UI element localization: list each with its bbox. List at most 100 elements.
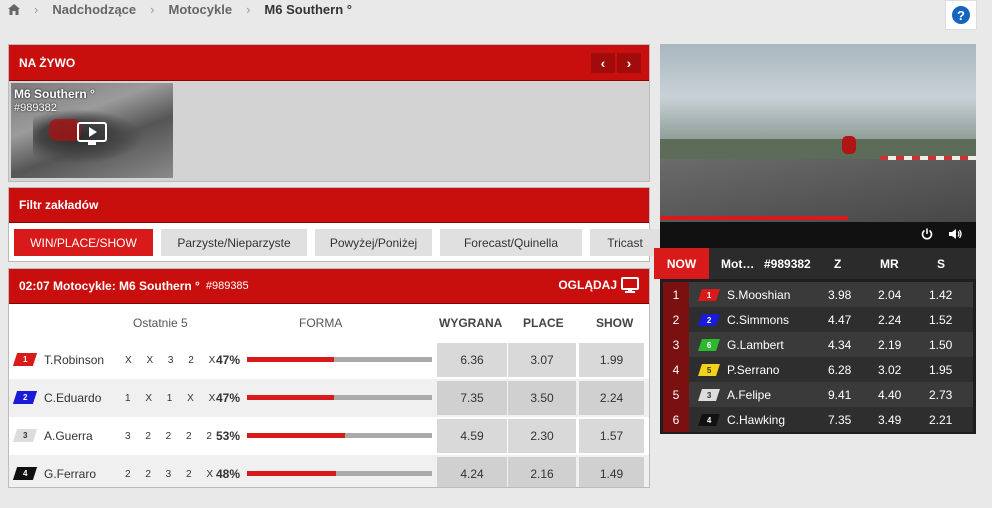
board-position: 4 <box>663 357 689 382</box>
runner-row: 2 C.Eduardo 1 X 1 X X 47% 7.35 3.50 2.24 <box>9 379 649 417</box>
tab-forecast-quinella[interactable]: Forecast/Quinella <box>440 229 582 256</box>
board-row: 4 5 P.Serrano 6.28 3.02 1.95 <box>663 357 973 382</box>
runner-form-bar <box>247 357 432 362</box>
odds-win-button[interactable]: 4.24 <box>437 457 507 487</box>
tab-win-place-show[interactable]: WIN/PLACE/SHOW <box>14 229 153 256</box>
board-mr-value: 2.04 <box>878 288 902 302</box>
results-board: 1 1 S.Mooshian 3.98 2.04 1.42 2 2 C.Simmons 4.47 2… <box>660 279 976 434</box>
bet-filter-panel: Filtr zakładów WIN/PLACE/SHOW Parzyste/N… <box>8 187 660 262</box>
board-row: 6 4 C.Hawking 7.35 3.49 2.21 <box>663 407 973 432</box>
watch-button[interactable]: OGLĄDAJ <box>558 277 639 293</box>
odds-place-button[interactable]: 2.16 <box>508 457 576 487</box>
odds-place-button[interactable]: 2.30 <box>508 419 576 453</box>
race-title: 02:07 Motocykle: M6 Southern ° <box>19 279 200 293</box>
column-last5: Ostatnie 5 <box>133 315 188 330</box>
now-tab[interactable]: NOW <box>654 248 709 279</box>
watch-label: OGLĄDAJ <box>558 278 617 292</box>
runner-form-bar-fill <box>247 357 334 362</box>
breadcrumb-item-current: M6 Southern ° <box>264 1 352 17</box>
board-mr-value: 2.19 <box>878 338 902 352</box>
breadcrumb-item-upcoming[interactable]: Nadchodzące <box>52 2 136 17</box>
board-column-mr: MR <box>880 257 899 271</box>
board-s-value: 2.73 <box>929 388 953 402</box>
board-rider-name: C.Hawking <box>727 413 786 427</box>
odds-place-button[interactable]: 3.07 <box>508 343 576 377</box>
runner-form-percent: 53% <box>216 429 241 443</box>
runner-form-bar <box>247 471 432 476</box>
runner-form-bar-fill <box>247 433 346 438</box>
board-row: 3 6 G.Lambert 4.34 2.19 1.50 <box>663 332 973 357</box>
video-progress-bar <box>660 216 848 220</box>
runner-number-badge: 1 <box>12 353 38 366</box>
odds-show-button[interactable]: 1.49 <box>579 457 644 487</box>
board-z-value: 3.98 <box>828 288 852 302</box>
board-s-value: 1.42 <box>929 288 953 302</box>
runner-last5: 1 X 1 X X <box>125 392 222 404</box>
breadcrumb-separator: › <box>34 1 39 17</box>
board-s-value: 2.21 <box>929 413 953 427</box>
board-s-value: 1.95 <box>929 363 953 377</box>
odds-win-button[interactable]: 4.59 <box>437 419 507 453</box>
runner-last5: 2 2 3 2 X <box>125 468 220 480</box>
bet-filter-title: Filtr zakładów <box>9 188 649 223</box>
previous-button[interactable]: ‹ <box>591 53 615 73</box>
next-button[interactable]: › <box>617 53 641 73</box>
breadcrumb-separator: › <box>150 1 155 17</box>
tab-over-under[interactable]: Powyżej/Poniżej <box>315 229 432 256</box>
runner-form-bar <box>247 433 432 438</box>
board-sport-label: Mot… <box>721 257 755 271</box>
breadcrumb-item-motorcycles[interactable]: Motocykle <box>169 2 233 17</box>
thumbnail-title: M6 Southern ° <box>14 87 95 101</box>
board-row: 1 1 S.Mooshian 3.98 2.04 1.42 <box>663 282 973 307</box>
race-column-headers: Ostatnie 5 FORMA WYGRANA PLACE SHOW <box>9 304 649 341</box>
board-rider-name: C.Simmons <box>727 313 790 327</box>
column-show: SHOW <box>596 315 634 330</box>
power-icon[interactable] <box>921 228 933 240</box>
board-z-value: 4.47 <box>828 313 852 327</box>
video-kerb <box>880 156 976 160</box>
runner-form-bar-fill <box>247 395 334 400</box>
board-column-z: Z <box>834 257 842 271</box>
help-button[interactable]: ? <box>945 0 977 30</box>
board-event-id: #989382 <box>764 257 811 271</box>
odds-show-button[interactable]: 1.57 <box>579 419 644 453</box>
runner-last5: X X 3 2 X <box>125 354 222 366</box>
video-controls <box>660 222 976 248</box>
live-panel-header: NA ŻYWO ‹ › <box>9 45 649 81</box>
odds-win-button[interactable]: 6.36 <box>437 343 507 377</box>
odds-show-button[interactable]: 1.99 <box>579 343 644 377</box>
odds-place-button[interactable]: 3.50 <box>508 381 576 415</box>
results-board-header: NOW Mot… #989382 Z MR S <box>654 248 976 279</box>
runner-form-bar <box>247 395 432 400</box>
bet-filter-tabs: WIN/PLACE/SHOW Parzyste/Nieparzyste Powy… <box>14 229 660 256</box>
board-number-badge: 6 <box>698 339 720 351</box>
board-rider-name: A.Felipe <box>727 388 772 402</box>
board-rider-name: S.Mooshian <box>727 288 791 302</box>
runner-form-percent: 48% <box>216 467 241 481</box>
tab-tricast[interactable]: Tricast <box>590 229 660 256</box>
live-video-player[interactable] <box>660 44 976 222</box>
thumbnail-event-id: #989382 <box>14 102 57 114</box>
runner-form-percent: 47% <box>216 353 241 367</box>
board-position: 3 <box>663 332 689 357</box>
board-row: 2 2 C.Simmons 4.47 2.24 1.52 <box>663 307 973 332</box>
odds-win-button[interactable]: 7.35 <box>437 381 507 415</box>
odds-show-button[interactable]: 2.24 <box>579 381 644 415</box>
breadcrumb: › Nadchodzące › Motocykle › M6 Southern … <box>8 0 352 18</box>
home-icon[interactable] <box>8 3 20 15</box>
runner-form-percent: 47% <box>216 391 241 405</box>
play-icon <box>77 122 107 145</box>
volume-icon[interactable] <box>949 228 963 240</box>
runner-name: C.Eduardo <box>44 391 102 405</box>
live-panel: NA ŻYWO ‹ › M6 Southern ° #989382 <box>8 44 650 182</box>
runner-last5: 3 2 2 2 2 <box>125 430 218 442</box>
race-header: 02:07 Motocykle: M6 Southern ° #989385 O… <box>9 269 649 304</box>
runner-row: 3 A.Guerra 3 2 2 2 2 53% 4.59 2.30 1.57 <box>9 417 649 455</box>
board-position: 2 <box>663 307 689 332</box>
tab-odd-even[interactable]: Parzyste/Nieparzyste <box>161 229 307 256</box>
board-number-badge: 3 <box>698 389 720 401</box>
board-z-value: 6.28 <box>828 363 852 377</box>
runner-row: 1 T.Robinson X X 3 2 X 47% 6.36 3.07 1.99 <box>9 341 649 379</box>
board-position: 1 <box>663 282 689 307</box>
live-event-thumbnail[interactable]: M6 Southern ° #989382 <box>11 83 173 178</box>
